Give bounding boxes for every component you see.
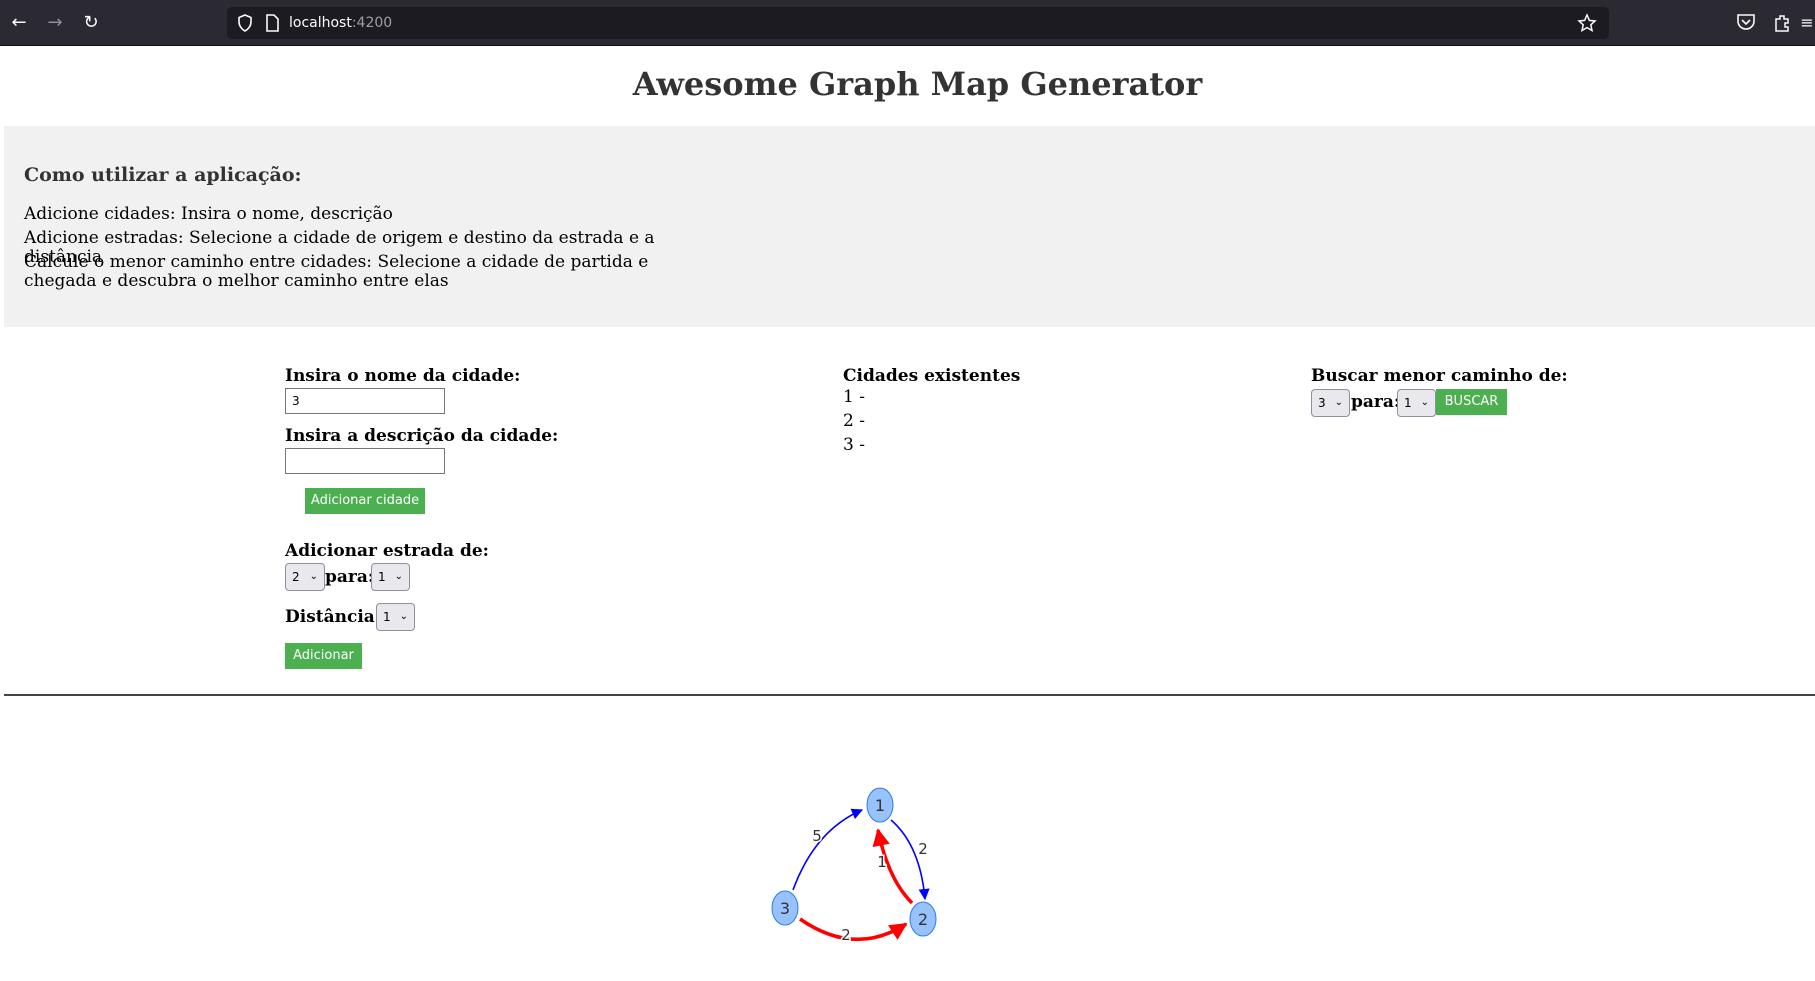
url-port: :4200	[351, 15, 393, 31]
page-icon	[266, 14, 279, 32]
road-from-select[interactable]: 2 ⌄	[285, 563, 325, 591]
graph-edge-1-2[interactable]	[890, 819, 930, 901]
path-from-select[interactable]: 3 ⌄	[1311, 389, 1350, 417]
chevron-down-icon: ⌄	[399, 611, 408, 622]
chevron-down-icon: ⌄	[309, 571, 318, 582]
shield-icon[interactable]	[237, 14, 253, 32]
city-name-label: Insira o nome da cidade:	[285, 366, 521, 386]
chevron-down-icon: ⌄	[394, 571, 403, 582]
city-list-item: 2 -	[843, 411, 865, 431]
help-line-cities: Adicione cidades: Insira o nome, descriç…	[24, 204, 393, 224]
graph-node-label: 2	[918, 910, 928, 929]
pocket-icon[interactable]	[1736, 13, 1756, 31]
city-list-item: 1 -	[843, 387, 865, 407]
path-to-select[interactable]: 1 ⌄	[1397, 389, 1436, 417]
forward-arrow-icon[interactable]: →	[44, 12, 66, 34]
browser-toolbar: ← → ↻ localhost:4200 ≡	[0, 0, 1815, 46]
url-text[interactable]: localhost:4200	[289, 7, 392, 39]
chevron-down-icon: ⌄	[1334, 397, 1343, 408]
shortest-path-label: Buscar menor caminho de:	[1311, 366, 1568, 386]
url-host: localhost	[289, 15, 352, 31]
graph-edge-weight-label: 2	[918, 840, 928, 858]
back-arrow-icon[interactable]: ←	[8, 12, 30, 34]
add-road-button[interactable]: Adicionar	[285, 643, 362, 669]
graph-edge-weight-label: 1	[877, 853, 887, 871]
graph-edge-weight-label: 2	[841, 926, 851, 944]
graph-nodes: 1 2 3	[771, 787, 937, 937]
help-line-shortest-path: Calcule o menor caminho entre cidades: S…	[24, 252, 649, 291]
road-to-value: 1	[378, 570, 386, 584]
reload-icon[interactable]: ↻	[80, 12, 102, 34]
distance-label: Distância:	[285, 607, 382, 627]
graph-node-label: 1	[875, 796, 885, 815]
existing-cities-heading: Cidades existentes	[843, 366, 1021, 386]
graph-canvas[interactable]: 5 2 1 2 1 2 3	[760, 775, 980, 955]
path-to-label: para:	[1351, 392, 1401, 412]
extensions-icon[interactable]	[1772, 13, 1792, 33]
graph-node-label: 3	[780, 899, 790, 918]
city-list-item: 3 -	[843, 435, 865, 455]
page-title: Awesome Graph Map Generator	[632, 65, 1203, 103]
road-to-select[interactable]: 1 ⌄	[371, 563, 410, 591]
city-description-input[interactable]	[285, 448, 445, 474]
city-description-label: Insira a descrição da cidade:	[285, 426, 559, 446]
path-from-value: 3	[1318, 396, 1326, 410]
add-city-button[interactable]: Adicionar cidade	[305, 488, 425, 514]
path-to-value: 1	[1404, 396, 1412, 410]
graph-edge-3-2[interactable]	[799, 917, 908, 942]
menu-icon[interactable]: ≡	[1800, 12, 1814, 34]
graph-edges: 5 2 1 2	[792, 808, 930, 946]
bookmark-star-icon[interactable]	[1577, 13, 1597, 33]
address-bar[interactable]: localhost:4200	[227, 7, 1609, 39]
chevron-down-icon: ⌄	[1420, 397, 1429, 408]
graph-edge-weight-label: 5	[812, 827, 822, 845]
distance-select[interactable]: 1 ⌄	[376, 603, 415, 631]
road-from-value: 2	[292, 570, 300, 584]
road-to-label: para:	[325, 567, 375, 587]
distance-value: 1	[383, 610, 391, 624]
section-divider	[4, 694, 1815, 696]
graph-edge-3-1[interactable]	[792, 808, 864, 891]
search-path-button[interactable]: BUSCAR	[1436, 389, 1507, 415]
help-panel: Como utilizar a aplicação: Adicione cida…	[4, 126, 1815, 327]
city-name-input[interactable]: 3	[285, 388, 445, 414]
add-road-label: Adicionar estrada de:	[285, 541, 489, 561]
help-heading: Como utilizar a aplicação:	[24, 164, 302, 186]
